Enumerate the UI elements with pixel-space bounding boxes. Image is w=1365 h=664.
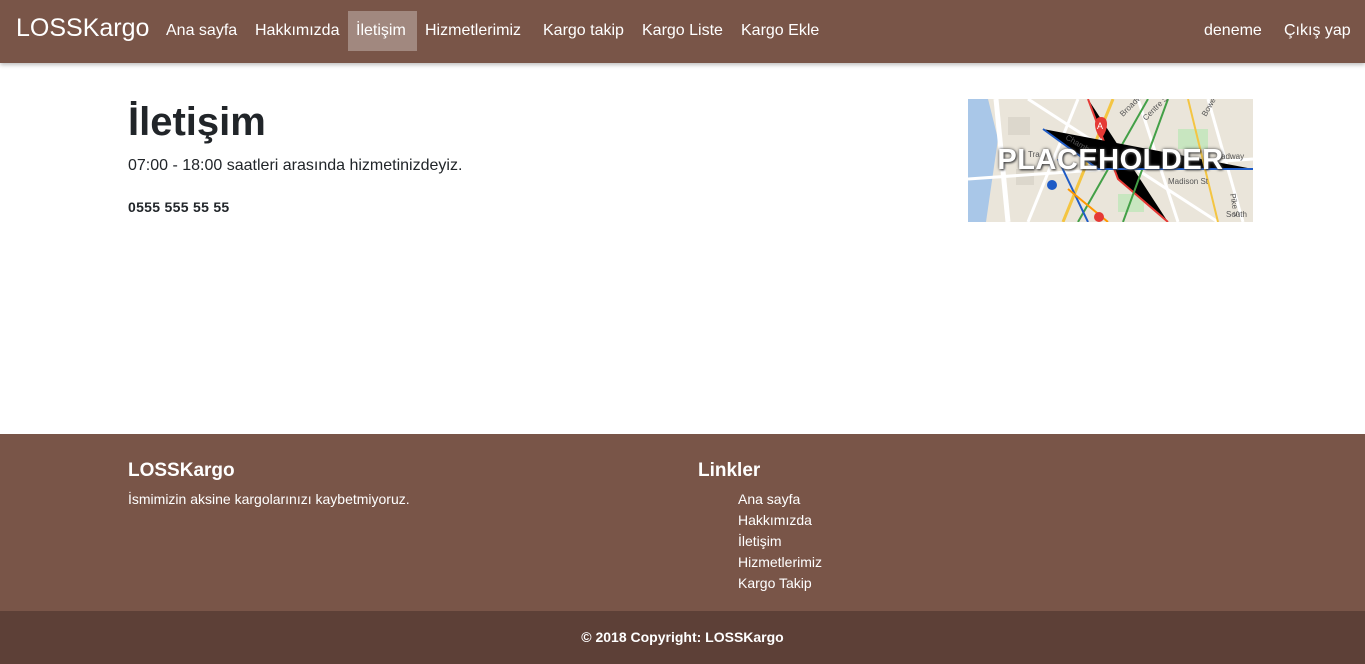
map-marker-letter: A — [1097, 121, 1103, 131]
working-hours-text: 07:00 - 18:00 saatleri arasında hizmetin… — [128, 157, 463, 174]
map-label-south: South — [1226, 210, 1247, 219]
page-title: İletişim — [128, 100, 266, 144]
nav-item-kargo-liste[interactable]: Kargo Liste — [634, 11, 731, 51]
map-label-madison-st: Madison St — [1168, 177, 1209, 186]
footer-link-iletisim[interactable]: İletişim — [738, 533, 822, 554]
nav-item-iletisim[interactable]: İletişim — [348, 11, 417, 51]
map-placeholder-image: A Broadway Centre St Bowe Chamb Tra adwa… — [968, 99, 1253, 222]
footer-link-ana-sayfa[interactable]: Ana sayfa — [738, 491, 822, 512]
footer-link-kargo-takip[interactable]: Kargo Takip — [738, 575, 822, 596]
top-navbar: LOSSKargo Ana sayfa Hakkımızda İletişim … — [0, 0, 1365, 63]
phone-number: 0555 555 55 55 — [128, 199, 230, 215]
footer-links-list: Ana sayfa Hakkımızda İletişim Hizmetleri… — [738, 491, 822, 596]
nav-item-kargo-ekle[interactable]: Kargo Ekle — [733, 11, 827, 51]
copyright-bar: © 2018 Copyright: LOSSKargo — [0, 611, 1365, 664]
brand-logo[interactable]: LOSSKargo — [16, 14, 149, 43]
footer-description: İsmimizin aksine kargolarınızı kaybetmiy… — [128, 491, 410, 507]
map-placeholder-text: PLACEHOLDER — [997, 144, 1224, 176]
footer-links-title: Linkler — [698, 460, 761, 481]
nav-item-user[interactable]: deneme — [1196, 11, 1270, 51]
footer-link-hizmetlerimiz[interactable]: Hizmetlerimiz — [738, 554, 822, 575]
nav-item-kargo-takip[interactable]: Kargo takip — [535, 11, 632, 51]
nav-item-hakkimizda[interactable]: Hakkımızda — [247, 11, 347, 51]
logout-link[interactable]: Çıkış yap — [1276, 11, 1359, 51]
nav-item-ana-sayfa[interactable]: Ana sayfa — [158, 11, 245, 51]
nav-item-hizmetlerimiz[interactable]: Hizmetlerimiz — [417, 11, 529, 51]
footer-brand: LOSSKargo — [128, 460, 235, 481]
footer-link-hakkimizda[interactable]: Hakkımızda — [738, 512, 822, 533]
footer: LOSSKargo İsmimizin aksine kargolarınızı… — [0, 434, 1365, 611]
